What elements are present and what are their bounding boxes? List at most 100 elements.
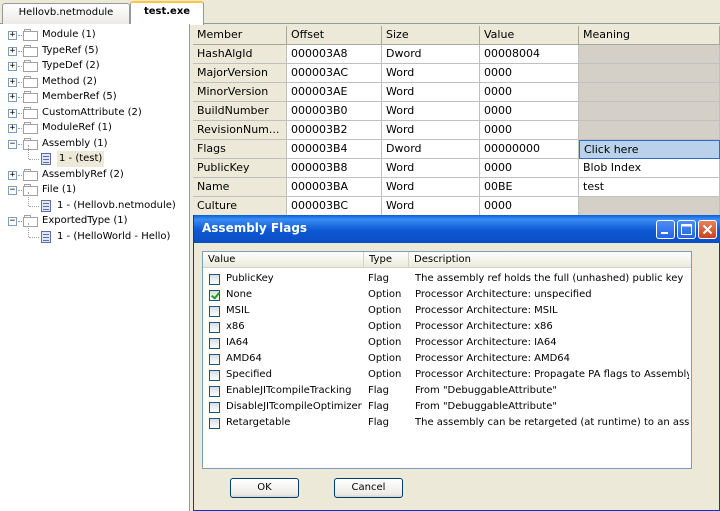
tree-folder-item[interactable]: + TypeRef (5) [0,43,189,59]
tree-leaf-item[interactable]: 1 - (Hellovb.netmodule) [0,191,189,214]
value-cell[interactable]: 0000 [480,102,579,121]
flag-row[interactable]: x86 Option Processor Architecture: x86 [203,319,691,335]
tree-folder-item[interactable]: + Method (2) [0,74,189,90]
expand-icon[interactable]: + [8,93,17,102]
flag-checkbox[interactable] [209,354,220,365]
flag-type: Option [368,337,402,348]
tree-folder-item[interactable]: + Module (1) [0,27,189,43]
app-window: Hellovb.netmodule test.exe + Module (1) + T… [0,0,720,511]
value-cell[interactable]: 0000 [480,121,579,140]
expand-icon[interactable]: + [8,77,17,87]
flag-row[interactable]: MSIL Option Processor Architecture: MSIL [203,303,691,319]
value-cell[interactable]: 0000 [480,83,579,102]
expand-icon[interactable]: + [8,170,17,180]
value-cell[interactable]: 00008004 [480,45,579,64]
flag-row[interactable]: DisableJITcompileOptimizer Flag From "Debu… [203,399,691,415]
folder-icon [23,137,39,150]
tree-folder-item[interactable]: + ModuleRef (1) [0,120,189,136]
member-cell: RevisionNum... [193,121,287,140]
tree-connector [28,191,29,206]
tree-item-label: File (1) [42,184,77,195]
expand-icon[interactable]: + [8,62,17,71]
meaning-cell [579,102,720,121]
flag-checkbox[interactable] [209,274,220,285]
cancel-button[interactable]: Cancel [334,478,403,498]
folder-icon [23,44,39,57]
flag-description: Processor Architecture: unspecified [415,289,592,300]
tab-hellovb-netmodule[interactable]: Hellovb.netmodule [2,3,130,24]
tree-folder-item[interactable]: + CustomAttribute (2) [0,105,189,121]
metadata-tree[interactable]: + Module (1) + TypeRef (5) + TypeDef (2) + Meth… [0,24,190,511]
meaning-cell[interactable]: Click here [579,140,720,159]
flag-description: The assembly ref holds the full (unhashe… [415,273,684,284]
flag-row[interactable]: Retargetable Flag The assembly can be reta… [203,415,691,431]
tree-folder-item[interactable]: + TypeDef (2) [0,58,189,74]
member-grid[interactable]: Member Offset Size Value Meaning HashAlgId 000… [193,26,720,216]
column-header-description[interactable]: Description [409,252,691,268]
flag-checkbox[interactable] [209,386,220,397]
tree-folder-item[interactable]: + MemberRef (5) [0,89,189,105]
flag-checkbox[interactable] [209,290,220,301]
flag-description: Processor Architecture: IA64 [415,337,557,348]
tree-connector [18,190,22,191]
tree-connector [28,222,29,237]
grid-header-size[interactable]: Size [382,26,480,45]
flag-checkbox[interactable] [209,370,220,381]
meaning-cell [579,45,720,64]
grid-header-value[interactable]: Value [480,26,579,45]
tree-connector [29,159,39,160]
expand-icon[interactable]: + [8,31,17,40]
expand-icon[interactable]: + [8,108,17,118]
grid-header-offset[interactable]: Offset [287,26,382,45]
column-header-type[interactable]: Type [364,252,409,268]
grid-header-member[interactable]: Member [193,26,287,45]
expand-icon[interactable]: + [8,46,17,56]
flag-checkbox[interactable] [209,338,220,349]
value-cell[interactable]: 00000000 [480,140,579,159]
expand-icon[interactable]: + [8,124,17,133]
flag-checkbox[interactable] [209,418,220,429]
tree-item-label: Method (2) [42,75,97,87]
flag-row[interactable]: AMD64 Option Processor Architecture: AMD64 [203,351,691,367]
flag-type: Option [368,369,402,380]
minimize-icon [661,232,668,234]
flags-list[interactable]: Value Type Description PublicKey Flag The … [202,251,692,469]
tree-leaf-item[interactable]: 1 - (test) [0,145,189,167]
offset-cell: 000003AE [287,83,382,102]
flag-row[interactable]: None Option Processor Architecture: unspec… [203,287,691,303]
column-header-value[interactable]: Value [203,252,364,268]
member-cell: HashAlgId [193,45,287,64]
collapse-icon[interactable]: − [8,217,17,226]
collapse-icon[interactable]: − [8,139,17,149]
maximize-button[interactable] [677,220,696,239]
meaning-cell: Blob Index [579,159,720,178]
flag-checkbox[interactable] [209,306,220,317]
value-cell[interactable]: 00BE [480,178,579,197]
flag-type: Option [368,289,402,300]
close-button[interactable] [698,220,717,239]
tab-test-exe[interactable]: test.exe [130,1,204,25]
minimize-button[interactable] [656,220,675,239]
ok-button[interactable]: OK [230,478,299,498]
value-cell[interactable]: 0000 [480,197,579,216]
flag-row[interactable]: Specified Option Processor Architecture: P… [203,367,691,383]
tree-folder-item[interactable]: + AssemblyRef (2) [0,167,189,183]
meaning-cell [579,83,720,102]
flag-row[interactable]: PublicKey Flag The assembly ref holds the … [203,271,691,287]
tree-item-label: Module (1) [42,29,96,40]
dialog-titlebar[interactable]: Assembly Flags [194,215,720,243]
tree-leaf-item[interactable]: 1 - (HelloWorld - Hello) [0,222,189,245]
flag-row[interactable]: EnableJITcompileTracking Flag From "Debugg… [203,383,691,399]
value-cell[interactable]: 0000 [480,159,579,178]
flag-value: IA64 [226,337,249,348]
flag-checkbox[interactable] [209,402,220,413]
folder-icon [23,60,39,72]
flag-checkbox[interactable] [209,322,220,333]
grid-header-meaning[interactable]: Meaning [579,26,720,45]
value-cell[interactable]: 0000 [480,64,579,83]
collapse-icon[interactable]: − [8,186,17,195]
member-cell: PublicKey [193,159,287,178]
tree-connector [18,66,22,67]
flag-row[interactable]: IA64 Option Processor Architecture: IA64 [203,335,691,351]
flag-description: From "DebuggableAttribute" [415,401,557,412]
